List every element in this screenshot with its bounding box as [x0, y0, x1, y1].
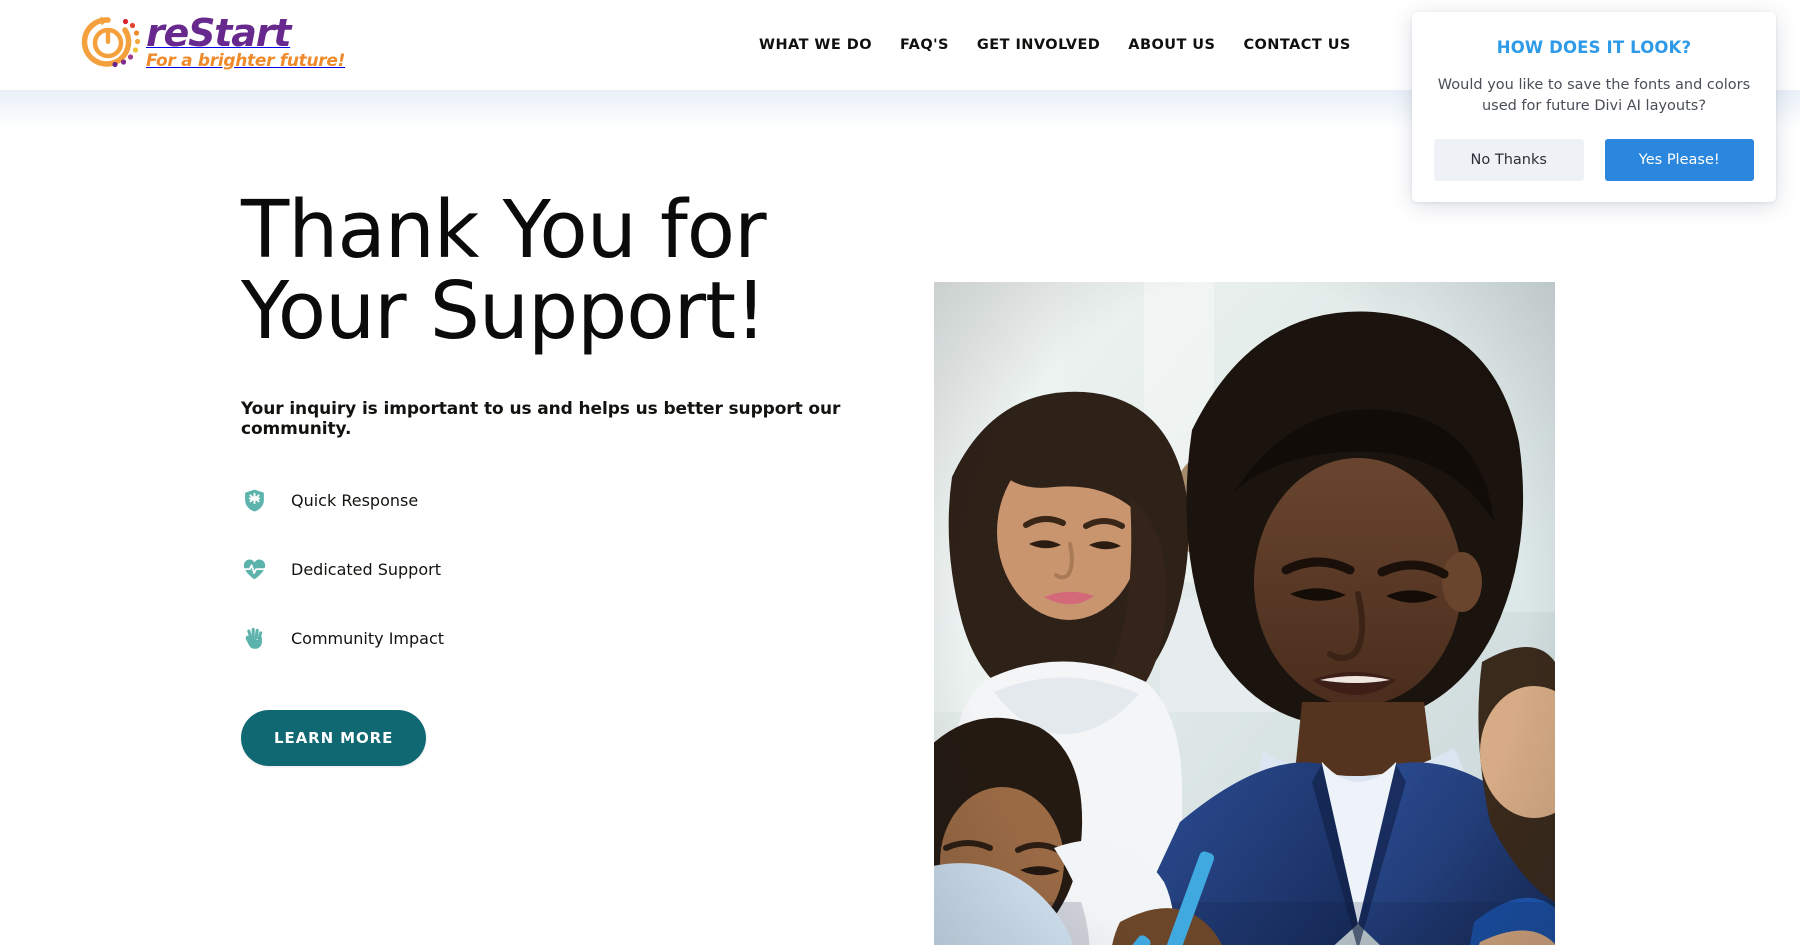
divi-ai-save-styles-dialog: HOW DOES IT LOOK? Would you like to save…	[1412, 12, 1776, 202]
heart-pulse-icon	[241, 556, 267, 582]
nav-item-what-we-do[interactable]: WHAT WE DO	[745, 0, 886, 90]
yes-please-button[interactable]: Yes Please!	[1604, 139, 1754, 182]
logo-wordmark: reStart For a brighter future!	[146, 14, 346, 72]
hero-section: Thank You for Your Support! Your inquiry…	[0, 90, 1800, 945]
feature-list: Quick Response Dedicated Support Communi…	[241, 481, 881, 657]
learn-more-button[interactable]: LEARN MORE	[241, 710, 427, 767]
power-arc-icon	[78, 12, 142, 74]
logo-tagline: For a brighter future!	[146, 51, 346, 72]
list-item: Dedicated Support	[241, 550, 881, 588]
main-navigation: WHAT WE DO FAQ'S GET INVOLVED ABOUT US C…	[745, 0, 1365, 90]
dialog-body-text: Would you like to save the fonts and col…	[1437, 77, 1751, 114]
hero-content: Thank You for Your Support! Your inquiry…	[241, 184, 881, 767]
hero-subtitle: Your inquiry is important to us and help…	[241, 399, 841, 440]
feature-label: Community Impact	[291, 628, 445, 648]
no-thanks-button[interactable]: No Thanks	[1434, 139, 1584, 182]
feature-label: Quick Response	[291, 490, 419, 510]
list-item: Community Impact	[241, 619, 881, 657]
hero-image	[934, 282, 1555, 945]
nav-item-about-us[interactable]: ABOUT US	[1114, 0, 1229, 90]
nav-item-faqs[interactable]: FAQ'S	[886, 0, 963, 90]
page-root: reStart For a brighter future! WHAT WE D…	[0, 0, 1800, 945]
dialog-actions: No Thanks Yes Please!	[1434, 139, 1754, 182]
page-title: Thank You for Your Support!	[241, 184, 767, 357]
site-logo[interactable]: reStart For a brighter future!	[78, 9, 345, 77]
nav-item-contact-us[interactable]: CONTACT US	[1229, 0, 1364, 90]
list-item: Quick Response	[241, 481, 881, 519]
logo-word: reStart	[146, 10, 291, 55]
feature-label: Dedicated Support	[291, 559, 441, 579]
dialog-title: HOW DOES IT LOOK?	[1496, 38, 1692, 57]
shield-check-icon	[241, 487, 267, 513]
nav-item-get-involved[interactable]: GET INVOLVED	[963, 0, 1114, 90]
hand-icon	[241, 625, 267, 651]
